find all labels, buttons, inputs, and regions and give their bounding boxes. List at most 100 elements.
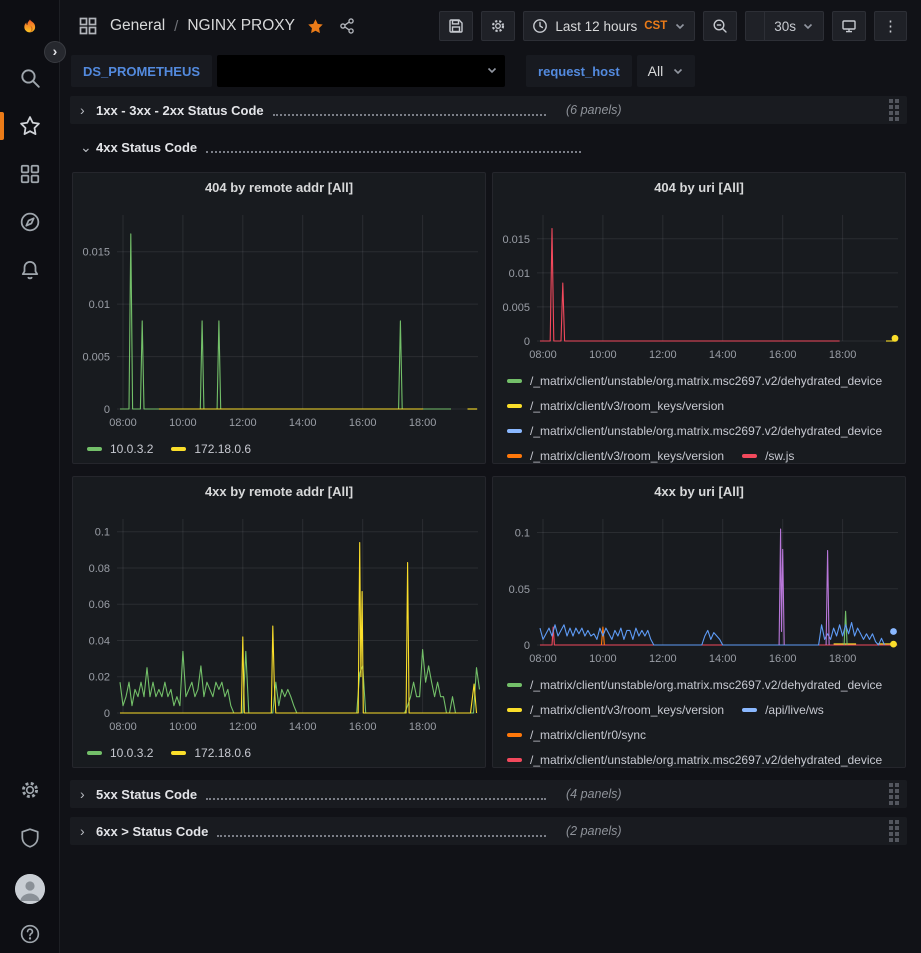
legend-swatch [507,429,522,433]
legend-item[interactable]: 172.18.0.6 [171,436,251,461]
legend-swatch [742,708,757,712]
tv-mode-button[interactable] [832,11,866,41]
row-title: 1xx - 3xx - 2xx Status Code [96,103,264,118]
time-range-picker[interactable]: Last 12 hours CST [523,11,695,41]
chevron-down-icon [486,64,498,76]
chart-canvas[interactable]: 00.020.040.060.080.108:0010:0012:0014:00… [73,507,485,739]
datasource-select[interactable] [217,55,505,87]
legend-item[interactable]: /_matrix/client/unstable/org.matrix.msc2… [507,747,882,767]
legend-item[interactable]: /sw.js [742,443,794,463]
svg-text:12:00: 12:00 [649,349,677,361]
legend-item[interactable]: /_matrix/client/v3/room_keys/version [507,393,724,418]
svg-text:0.01: 0.01 [89,299,110,311]
svg-text:18:00: 18:00 [829,349,857,361]
row-header-4xx[interactable]: ⌄ 4xx Status Code [70,133,907,161]
legend-item[interactable]: 10.0.3.2 [87,436,153,461]
row-dotted-leader [206,790,546,800]
save-dashboard-button[interactable] [439,11,473,41]
legend-item[interactable]: /_matrix/client/unstable/org.matrix.msc2… [507,672,882,697]
legend-item[interactable]: 172.18.0.6 [171,740,251,765]
svg-text:0.06: 0.06 [89,599,110,611]
panel-title[interactable]: 404 by remote addr [All] [73,173,485,203]
grafana-logo-icon[interactable] [19,18,41,40]
variable-label-request-host: request_host [526,55,632,87]
legend-swatch [507,404,522,408]
svg-text:12:00: 12:00 [229,417,257,429]
legend-item[interactable]: /_matrix/client/unstable/org.matrix.msc2… [507,418,882,443]
row-header-5xx[interactable]: › 5xx Status Code (4 panels) [70,780,907,808]
svg-text:0.1: 0.1 [95,527,110,539]
svg-text:08:00: 08:00 [529,349,557,361]
panel-legend: 10.0.3.2 172.18.0.6 [73,739,485,767]
legend-swatch [507,454,522,458]
row-dotted-leader [217,827,546,837]
svg-text:08:00: 08:00 [109,721,137,733]
svg-text:10:00: 10:00 [589,349,617,361]
svg-text:08:00: 08:00 [109,417,137,429]
breadcrumb-folder[interactable]: General [110,17,165,35]
breadcrumb-separator: / [174,18,178,35]
legend-swatch [507,379,522,383]
sidebar-item-settings-gear-icon[interactable] [19,779,41,801]
svg-text:16:00: 16:00 [349,417,377,429]
legend-item[interactable]: /_matrix/client/r0/sync [507,722,646,747]
sidebar-item-admin-shield-icon[interactable] [19,827,41,849]
row-drag-handle[interactable] [889,820,899,842]
svg-text:14:00: 14:00 [289,417,317,429]
svg-text:0: 0 [104,404,110,416]
row-drag-handle[interactable] [889,783,899,805]
sidebar-item-explore-compass-icon[interactable] [19,211,41,233]
sidebar-expand-chevron-icon[interactable]: › [44,41,66,63]
sidebar-item-starred[interactable] [19,115,41,137]
panel-title[interactable]: 404 by uri [All] [493,173,905,203]
row-expanded-chevron-icon: ⌄ [80,139,96,155]
chart-canvas[interactable]: 00.0050.010.01508:0010:0012:0014:0016:00… [73,203,485,435]
breadcrumb-dashboard-title[interactable]: NGINX PROXY [187,17,295,35]
panel-title[interactable]: 4xx by remote addr [All] [73,477,485,507]
chart-canvas[interactable]: 00.0050.010.01508:0010:0012:0014:0016:00… [493,203,905,367]
zoom-out-time-button[interactable] [703,11,737,41]
row-title: 5xx Status Code [96,787,197,802]
legend-swatch [87,751,102,755]
svg-text:0.1: 0.1 [515,528,530,540]
refresh-button[interactable] [746,12,764,40]
legend-item[interactable]: /_matrix/client/v3/room_keys/version [507,697,724,722]
panel-legend: /_matrix/client/unstable/org.matrix.msc2… [493,367,905,463]
legend-item[interactable]: /api/live/ws [742,697,824,722]
row-collapsed-chevron-icon: › [80,102,96,118]
legend-swatch [171,447,186,451]
legend-item[interactable]: 10.0.3.2 [87,740,153,765]
variable-label-datasource: DS_PROMETHEUS [71,55,212,87]
row-drag-handle[interactable] [889,99,899,121]
favorite-star-icon[interactable] [307,18,324,35]
legend-item[interactable]: /_matrix/client/v3/room_keys/version [507,443,724,463]
sidebar-item-alerting-bell-icon[interactable] [19,259,41,281]
request-host-select[interactable]: All [637,55,696,87]
panel-title[interactable]: 4xx by uri [All] [493,477,905,507]
sidebar-item-dashboards[interactable] [19,163,41,185]
chart-canvas[interactable]: 00.050.108:0010:0012:0014:0016:0018:00 [493,507,905,671]
kebab-menu-button[interactable]: ⋮ [874,11,907,41]
panel-legend: 10.0.3.2 172.18.0.6 [73,435,485,463]
share-icon[interactable] [338,17,356,35]
request-host-value: All [648,63,664,79]
row-header-1xx-3xx-2xx[interactable]: › 1xx - 3xx - 2xx Status Code (6 panels) [70,96,907,124]
header-toolbar: Last 12 hours CST [439,11,907,41]
row-collapsed-chevron-icon: › [80,786,96,802]
row-header-6xx[interactable]: › 6xx > Status Code (2 panels) [70,817,907,845]
svg-text:0.02: 0.02 [89,672,110,684]
svg-text:10:00: 10:00 [589,653,617,665]
dashboard-settings-gear-button[interactable] [481,11,515,41]
legend-swatch [507,758,522,762]
svg-text:0.01: 0.01 [509,268,530,280]
time-range-label: Last 12 hours [555,19,637,34]
user-avatar[interactable] [15,874,45,904]
svg-text:16:00: 16:00 [769,653,797,665]
help-icon[interactable] [19,923,41,945]
legend-swatch [171,751,186,755]
timezone-label: CST [644,20,667,32]
svg-text:0.015: 0.015 [502,234,530,246]
refresh-interval-select[interactable]: 30s [764,12,823,40]
legend-item[interactable]: /_matrix/client/unstable/org.matrix.msc2… [507,368,882,393]
search-icon[interactable] [19,67,41,89]
